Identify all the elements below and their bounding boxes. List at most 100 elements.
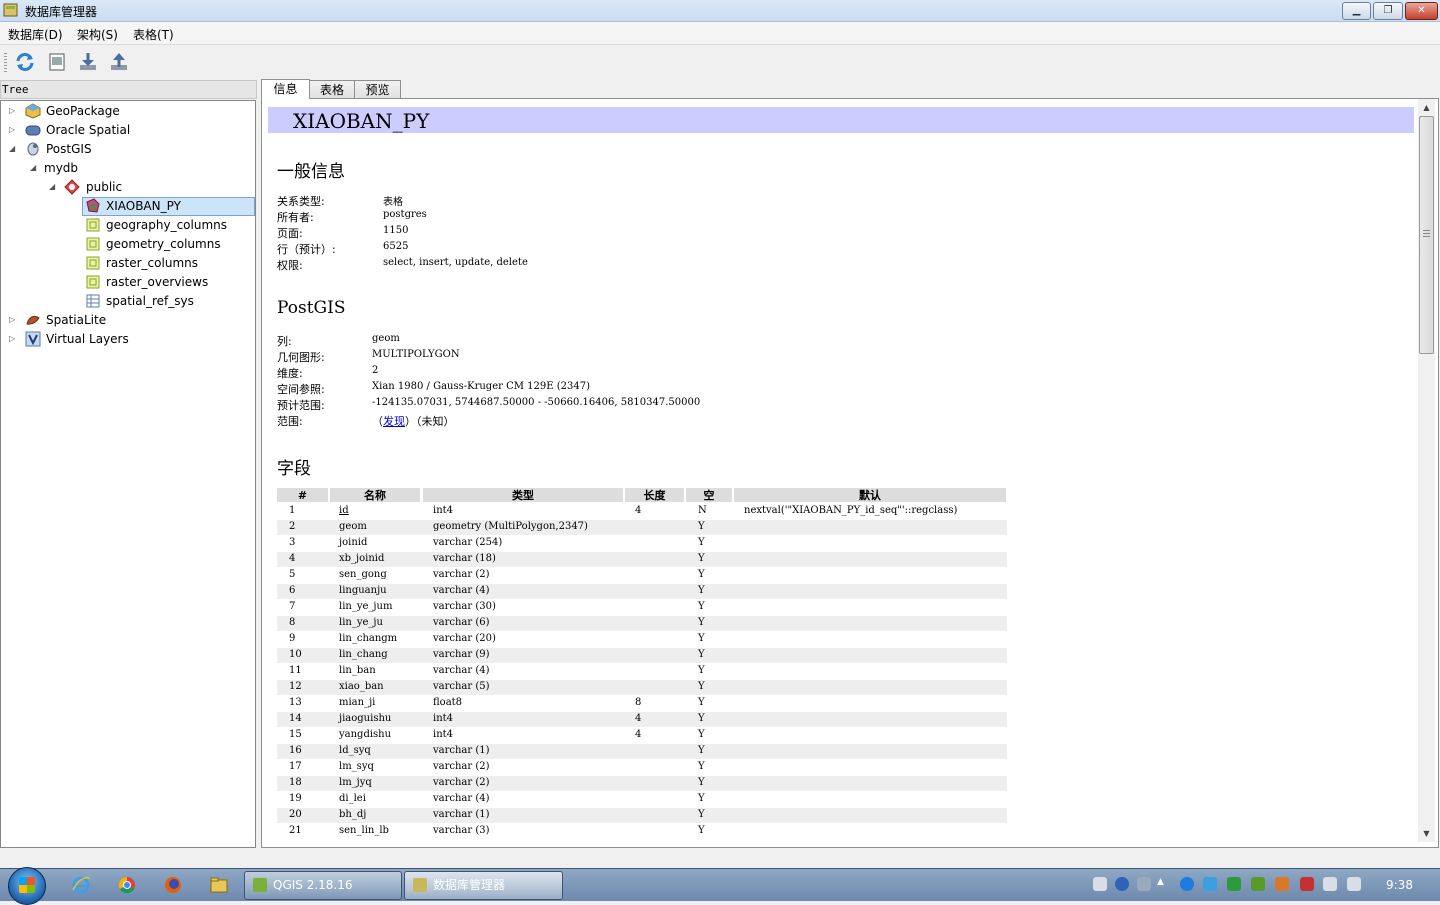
tree-item-geopackage[interactable]: ▷ GeoPackage xyxy=(1,102,251,120)
info-row: 关系类型: 表格 xyxy=(277,193,403,209)
field-null: Y xyxy=(698,521,705,532)
field-row: 10 lin_chang varchar (9) Y xyxy=(277,648,1007,663)
field-null: Y xyxy=(698,729,705,740)
collapse-arrow-icon[interactable]: ◢ xyxy=(49,183,57,191)
clock[interactable]: 9:38 xyxy=(1386,878,1413,892)
taskbar-qgis-button[interactable]: QGIS 2.18.16 xyxy=(244,871,402,900)
menu-table[interactable]: 表格(T) xyxy=(133,26,174,43)
refresh-icon[interactable] xyxy=(14,51,36,73)
field-index: 7 xyxy=(289,601,296,612)
field-row: 16 ld_syq varchar (1) Y xyxy=(277,744,1007,759)
extent-find-link[interactable]: 发现 xyxy=(383,415,405,428)
help-icon[interactable] xyxy=(1115,877,1129,891)
field-null: Y xyxy=(698,777,705,788)
field-row: 4 xb_joinid varchar (18) Y xyxy=(277,552,1007,567)
scroll-thumb[interactable] xyxy=(1419,116,1434,354)
info-content: XIAOBAN_PY 一般信息 关系类型: 表格 所有者: postgres 页面: 11… xyxy=(261,98,1439,848)
pen-icon[interactable] xyxy=(1137,877,1151,891)
col-header-length: 长度 xyxy=(625,488,684,502)
scroll-down-arrow-icon[interactable]: ▼ xyxy=(1418,825,1435,842)
tree-item-geography-columns[interactable]: geography_columns xyxy=(1,216,251,234)
expand-arrow-icon[interactable]: ▷ xyxy=(9,107,17,115)
search-tool-icon[interactable] xyxy=(1275,877,1289,891)
tab-preview[interactable]: 预览 xyxy=(354,80,401,98)
spatialite-icon xyxy=(26,315,40,325)
action-center-icon[interactable] xyxy=(1300,877,1314,891)
ie-icon[interactable] xyxy=(71,875,91,895)
col-header-default: 默认 xyxy=(734,488,1006,502)
shield-icon[interactable] xyxy=(1227,877,1241,891)
info-value: MULTIPOLYGON xyxy=(372,349,460,360)
show-hidden-icons-icon[interactable]: ▲ xyxy=(1157,877,1171,891)
field-name: joinid xyxy=(339,537,368,548)
start-button[interactable] xyxy=(8,867,46,905)
field-row: 8 lin_ye_ju varchar (6) Y xyxy=(277,616,1007,631)
tree-item-oracle-spatial[interactable]: ▷ Oracle Spatial xyxy=(1,121,251,139)
info-key: 所有者: xyxy=(277,211,314,224)
info-key: 关系类型: xyxy=(277,195,325,208)
field-length: 4 xyxy=(635,729,642,740)
info-value: Xian 1980 / Gauss-Kruger CM 129E (2347) xyxy=(372,381,590,392)
minimize-button[interactable]: ▁ xyxy=(1342,2,1371,20)
field-name: linguanju xyxy=(339,585,387,596)
tree-item-public[interactable]: ◢ public xyxy=(1,178,251,196)
tree-item-mydb[interactable]: ◢ mydb xyxy=(1,159,251,177)
info-value: 1150 xyxy=(383,225,409,236)
toolbar-grip[interactable] xyxy=(4,53,7,73)
content-scrollbar[interactable]: ▲ ▼ xyxy=(1418,99,1435,842)
chrome-icon[interactable] xyxy=(117,875,137,895)
collapse-arrow-icon[interactable]: ◢ xyxy=(30,164,38,172)
volume-icon[interactable] xyxy=(1347,877,1361,891)
expand-arrow-icon[interactable]: ▷ xyxy=(9,126,17,134)
field-name: lin_ye_ju xyxy=(339,617,383,628)
field-name: id xyxy=(339,505,349,516)
tab-table[interactable]: 表格 xyxy=(309,80,355,98)
collapse-arrow-icon[interactable]: ◢ xyxy=(9,145,17,153)
field-type: varchar (2) xyxy=(433,569,490,580)
tree-item-raster-columns[interactable]: raster_columns xyxy=(1,254,251,272)
tree-item-spatialite[interactable]: ▷ SpatiaLite xyxy=(1,311,251,329)
import-icon[interactable] xyxy=(77,51,99,73)
field-null: Y xyxy=(698,681,705,692)
firefox-icon[interactable] xyxy=(163,875,183,895)
update-icon[interactable] xyxy=(1251,877,1265,891)
sql-window-icon[interactable] xyxy=(46,51,68,73)
tab-info[interactable]: 信息 xyxy=(261,79,310,99)
col-header-null: 空 xyxy=(686,488,732,502)
info-key: 几何图形: xyxy=(277,351,325,364)
export-icon[interactable] xyxy=(108,51,130,73)
info-row: 行（预计）: 6525 xyxy=(277,241,408,257)
field-type: varchar (9) xyxy=(433,649,490,660)
teamviewer-icon[interactable] xyxy=(1180,877,1194,891)
field-null: Y xyxy=(698,825,705,836)
field-type: geometry (MultiPolygon,2347) xyxy=(433,521,588,532)
field-row: 20 bh_dj varchar (1) Y xyxy=(277,808,1007,823)
info-key: 权限: xyxy=(277,259,303,272)
field-name: lm_jyq xyxy=(339,777,372,788)
tree-item-geometry-columns[interactable]: geometry_columns xyxy=(1,235,251,253)
tree-item-virtual-layers[interactable]: ▷ Virtual Layers xyxy=(1,330,251,348)
table-icon xyxy=(86,256,100,270)
field-index: 19 xyxy=(289,793,302,804)
menu-schema[interactable]: 架构(S) xyxy=(77,26,118,43)
menu-database[interactable]: 数据库(D) xyxy=(8,26,63,43)
network-icon[interactable] xyxy=(1323,877,1337,891)
scroll-up-arrow-icon[interactable]: ▲ xyxy=(1418,99,1435,116)
tree-item-xiaoban-py[interactable]: XIAOBAN_PY xyxy=(82,197,255,216)
expand-arrow-icon[interactable]: ▷ xyxy=(9,316,17,324)
tree-item-spatial-ref-sys[interactable]: spatial_ref_sys xyxy=(1,292,251,310)
info-key: 行（预计）: xyxy=(277,243,336,256)
close-button[interactable]: ✕ xyxy=(1405,2,1438,20)
tree-item-postgis[interactable]: ◢ PostGIS xyxy=(1,140,251,158)
bluetooth-icon[interactable] xyxy=(1203,877,1217,891)
taskbar: QGIS 2.18.16 数据库管理器 ▲ 9:38 xyxy=(0,867,1440,905)
expand-arrow-icon[interactable]: ▷ xyxy=(9,335,17,343)
keyboard-icon[interactable] xyxy=(1093,877,1107,891)
file-explorer-icon[interactable] xyxy=(209,875,229,895)
table-icon xyxy=(86,237,100,251)
tree-item-raster-overviews[interactable]: raster_overviews xyxy=(1,273,251,291)
taskbar-dbmanager-button[interactable]: 数据库管理器 xyxy=(404,871,563,900)
table-icon xyxy=(86,218,100,232)
field-name: xb_joinid xyxy=(339,553,385,564)
maximize-button[interactable]: ❐ xyxy=(1373,2,1403,20)
